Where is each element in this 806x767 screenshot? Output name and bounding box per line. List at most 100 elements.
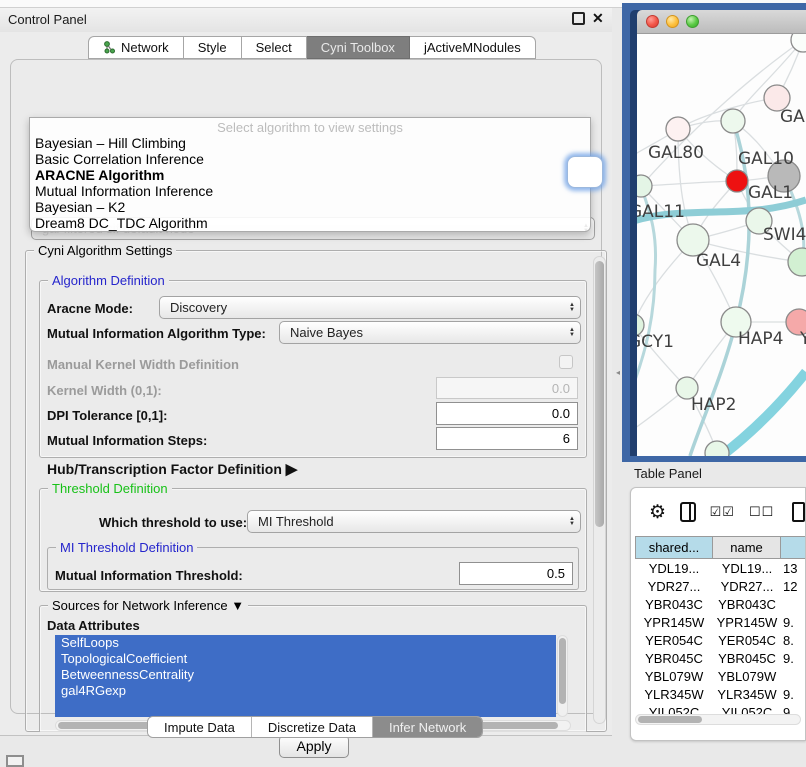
zoom-traffic-light-icon[interactable] — [686, 15, 699, 28]
mi-steps-field[interactable]: 6 — [436, 427, 578, 450]
settings-vertical-scrollbar[interactable] — [593, 256, 606, 724]
node-label-GAL10: GAL10 — [738, 149, 794, 169]
column-header-partial[interactable] — [781, 536, 806, 559]
network-window-titlebar[interactable] — [637, 10, 806, 34]
attributes-scrollbar[interactable] — [557, 635, 568, 717]
table-cell: YPR145W — [635, 613, 713, 631]
node-table: shared...name YDL19...YDL19...13YDR27...… — [635, 536, 806, 721]
data-attributes-list[interactable]: SelfLoopsTopologicalCoefficientBetweenne… — [55, 635, 556, 717]
focused-spinner-field[interactable] — [567, 156, 603, 188]
attributes-scrollbar-thumb[interactable] — [559, 638, 566, 704]
algorithm-prompt: Select algorithm to view settings — [30, 118, 590, 135]
settings-group-title: Cyni Algorithm Settings — [34, 243, 176, 258]
table-cell: YBL079W — [635, 667, 713, 685]
tab-cyni-toolbox[interactable]: Cyni Toolbox — [307, 36, 410, 59]
table-row[interactable]: YER054CYER054C8. — [635, 631, 806, 649]
table-panel-card: ⚙ ☑☑ ☐☐ shared...name YDL19...YDL19...13… — [630, 487, 806, 741]
tab-network[interactable]: Network — [88, 36, 184, 59]
table-scrollbar-thumb[interactable] — [638, 716, 702, 723]
table-cell: YLR345W — [713, 685, 781, 703]
table-row[interactable]: YBL079WYBL079W — [635, 667, 806, 685]
algorithm-definition-title: Algorithm Definition — [48, 273, 169, 288]
tab-jactivemnodules[interactable]: jActiveMNodules — [410, 36, 536, 59]
table-toolbar: ⚙ ☑☑ ☐☐ — [631, 488, 805, 536]
column-header-shared...[interactable]: shared... — [635, 536, 713, 559]
table-cell: YDR27... — [713, 577, 781, 595]
table-cell: YPR145W — [713, 613, 781, 631]
sources-toggle[interactable]: Sources for Network Inference ▼ — [48, 598, 248, 613]
bottom-tab-impute-data[interactable]: Impute Data — [148, 717, 251, 737]
mi-type-combobox[interactable]: Naive Bayes ▲▼ — [279, 321, 581, 344]
which-threshold-combobox[interactable]: MI Threshold ▲▼ — [247, 510, 581, 533]
export-file-icon[interactable] — [792, 502, 805, 522]
close-icon[interactable]: ✕ — [592, 10, 604, 27]
node-label-GAL11: GAL11 — [637, 202, 685, 222]
table-row[interactable]: YDR27...YDR27...12 — [635, 577, 806, 595]
algorithm-option[interactable]: ARACNE Algorithm — [30, 167, 590, 183]
bottom-tab-discretize-data[interactable]: Discretize Data — [251, 717, 372, 737]
algorithm-option[interactable]: Dream8 DC_TDC Algorithm — [30, 215, 590, 231]
network-node-GAL10[interactable] — [721, 109, 745, 133]
table-horizontal-scrollbar[interactable] — [635, 714, 801, 725]
minimized-panel-icon[interactable] — [6, 755, 24, 767]
column-header-name[interactable]: name — [713, 536, 781, 559]
algorithm-option[interactable]: Bayesian – K2 — [30, 199, 590, 215]
float-window-icon[interactable] — [572, 12, 585, 25]
which-threshold-label: Which threshold to use: — [99, 515, 247, 530]
node-label-GAL80: GAL80 — [648, 143, 704, 163]
attribute-item[interactable]: TopologicalCoefficient — [55, 651, 556, 667]
attribute-item[interactable]: gal4RGexp — [55, 683, 556, 699]
kernel-width-field[interactable]: 0.0 — [436, 377, 578, 399]
aracne-mode-combobox[interactable]: Discovery ▲▼ — [159, 296, 581, 319]
attribute-item[interactable]: SelfLoops — [55, 635, 556, 651]
select-all-checks-icon[interactable]: ☑☑ — [710, 504, 735, 520]
tab-style[interactable]: Style — [184, 36, 242, 59]
table-row[interactable]: YBR045CYBR045C9. — [635, 649, 806, 667]
bottom-tab-infer-network[interactable]: Infer Network — [372, 717, 482, 737]
mi-threshold-field[interactable]: 0.5 — [459, 562, 573, 585]
table-row[interactable]: YDL19...YDL19...13 — [635, 559, 806, 577]
algorithm-option[interactable]: Mutual Information Inference — [30, 183, 590, 199]
which-threshold-value: MI Threshold — [258, 514, 334, 529]
columns-icon[interactable] — [680, 502, 696, 522]
table-row[interactable]: YPR145WYPR145W9. — [635, 613, 806, 631]
table-cell: YBL079W — [713, 667, 781, 685]
apply-button[interactable]: Apply — [279, 735, 349, 758]
gear-icon[interactable]: ⚙ — [649, 501, 666, 524]
dpi-tolerance-field[interactable]: 0.0 — [436, 402, 578, 425]
mi-type-label: Mutual Information Algorithm Type: — [47, 326, 266, 341]
network-node-top-partial[interactable] — [791, 34, 806, 52]
table-row[interactable]: YLR345WYLR345W9. — [635, 685, 806, 703]
control-panel-tabs: NetworkStyleSelectCyni Toolbox jActiveMNo… — [88, 36, 536, 59]
control-panel-title: Control Panel — [8, 12, 87, 27]
attribute-item[interactable]: BetweennessCentrality — [55, 667, 556, 683]
tab-label: jActiveMNodules — [424, 40, 521, 55]
table-cell: YBR043C — [713, 595, 781, 613]
close-traffic-light-icon[interactable] — [646, 15, 659, 28]
table-header-row[interactable]: shared...name — [635, 536, 806, 559]
algorithm-dropdown-popup: Select algorithm to view settings Bayesi… — [29, 117, 591, 232]
hub-definition-toggle[interactable]: Hub/Transcription Factor Definition ▶ — [47, 460, 297, 478]
node-label-GAL: GAL — [780, 107, 806, 127]
table-row[interactable]: YBR043CYBR043C — [635, 595, 806, 613]
tab-select[interactable]: Select — [242, 36, 307, 59]
network-node-GAL11[interactable] — [637, 175, 652, 197]
table-cell: 13 — [781, 559, 806, 577]
algorithm-option[interactable]: Basic Correlation Inference — [30, 151, 590, 167]
table-cell — [781, 595, 806, 613]
network-node-GAL1[interactable] — [726, 170, 748, 192]
network-edge[interactable] — [641, 181, 737, 186]
vertical-scrollbar-thumb[interactable] — [595, 261, 604, 527]
network-node-GAL80[interactable] — [666, 117, 690, 141]
manual-kernel-label: Manual Kernel Width Definition — [47, 357, 239, 372]
minimize-traffic-light-icon[interactable] — [666, 15, 679, 28]
manual-kernel-checkbox[interactable] — [559, 355, 573, 369]
network-view[interactable]: GALGAL80GAL10GAL1GAL11SWI4GAL4GCY1HAP4YH… — [637, 34, 806, 456]
deselect-all-checks-icon[interactable]: ☐☐ — [749, 504, 774, 520]
network-node-bottom-partial[interactable] — [705, 441, 729, 456]
aracne-mode-label: Aracne Mode: — [47, 301, 133, 316]
network-graph[interactable]: GALGAL80GAL10GAL1GAL11SWI4GAL4GCY1HAP4YH… — [637, 34, 806, 456]
node-label-GAL1: GAL1 — [748, 183, 793, 203]
mi-steps-label: Mutual Information Steps: — [47, 433, 207, 448]
algorithm-option[interactable]: Bayesian – Hill Climbing — [30, 135, 590, 151]
